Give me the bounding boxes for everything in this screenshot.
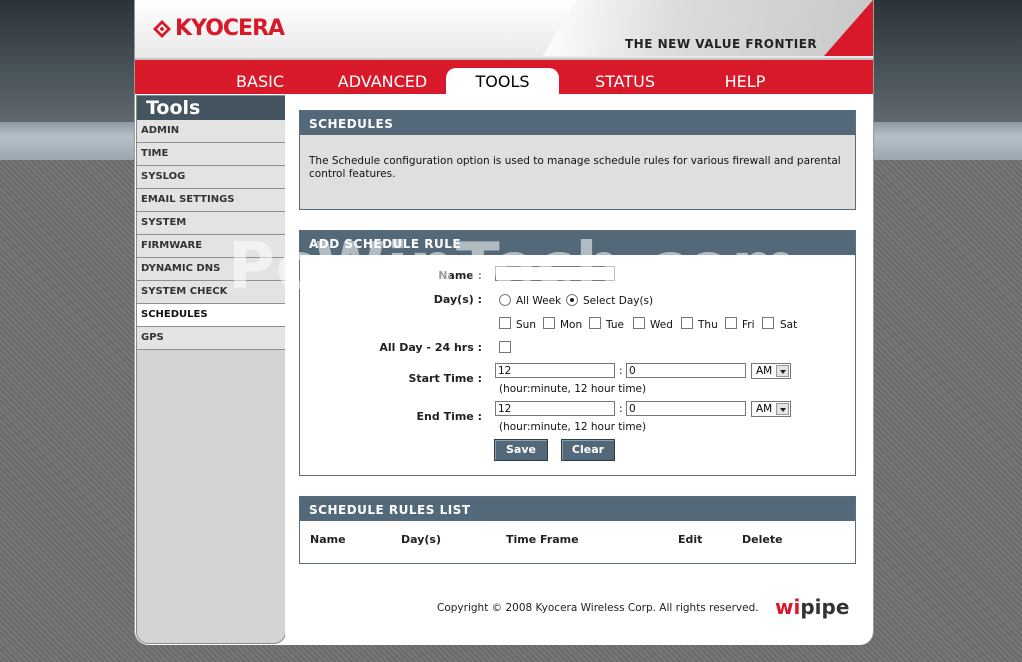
- all-day-checkbox[interactable]: [499, 341, 511, 353]
- all-week-label: All Week: [516, 295, 562, 307]
- save-button[interactable]: Save: [494, 439, 548, 461]
- sidebar-item-admin[interactable]: ADMIN: [137, 120, 285, 143]
- start-minute-input[interactable]: [626, 363, 746, 378]
- tab-tools[interactable]: TOOLS: [446, 68, 559, 94]
- start-ampm-value: AM: [756, 365, 773, 377]
- column-header-edit: Edit: [678, 533, 703, 546]
- column-header-name: Name: [310, 533, 346, 546]
- tab-basic[interactable]: BASIC: [215, 68, 305, 94]
- day-checkbox-fri[interactable]: [725, 317, 737, 329]
- sidebar-item-system[interactable]: SYSTEM: [137, 212, 285, 235]
- start-time-label: Start Time :: [408, 372, 482, 385]
- wipipe-logo-wi: wi: [775, 595, 801, 619]
- all-week-radio[interactable]: [499, 294, 511, 306]
- section-title-schedules: SCHEDULES: [300, 111, 855, 135]
- end-time-hint: (hour:minute, 12 hour time): [499, 421, 647, 433]
- tagline: THE NEW VALUE FRONTIER: [625, 37, 818, 51]
- schedule-rules-list-box: SCHEDULE RULES LIST Name Day(s) Time Fra…: [299, 496, 856, 564]
- tab-advanced[interactable]: ADVANCED: [325, 68, 440, 94]
- sidebar-item-firmware[interactable]: FIRMWARE: [137, 235, 285, 258]
- wipipe-logo-pipe: pipe: [800, 595, 850, 619]
- start-ampm-select[interactable]: AM: [751, 363, 791, 379]
- main-content: SCHEDULES The Schedule configuration opt…: [285, 95, 872, 645]
- end-time-label: End Time :: [416, 410, 482, 423]
- tab-status[interactable]: STATUS: [575, 68, 675, 94]
- column-header-time-frame: Time Frame: [506, 533, 579, 546]
- day-label-tue: Tue: [606, 319, 624, 331]
- start-time-colon: :: [619, 365, 623, 377]
- day-checkbox-tue[interactable]: [589, 317, 601, 329]
- day-label-sat: Sat: [780, 319, 798, 331]
- end-ampm-select[interactable]: AM: [751, 401, 791, 417]
- start-hour-input[interactable]: [495, 363, 615, 378]
- day-label-mon: Mon: [560, 319, 583, 331]
- sidebar-item-schedules[interactable]: SCHEDULES: [137, 304, 285, 327]
- name-input[interactable]: [495, 266, 615, 281]
- logo-text: KYOCERA: [175, 16, 285, 41]
- router-admin-page: KYOCERA THE NEW VALUE FRONTIER BASIC ADV…: [134, 0, 874, 645]
- section-title-rules-list: SCHEDULE RULES LIST: [300, 497, 855, 521]
- end-time-colon: :: [619, 403, 623, 415]
- chevron-down-icon[interactable]: [776, 365, 789, 377]
- end-hour-input[interactable]: [495, 401, 615, 416]
- day-checkbox-sun[interactable]: [499, 317, 511, 329]
- schedules-info-box: SCHEDULES The Schedule configuration opt…: [299, 110, 856, 210]
- section-title-add-rule: ADD SCHEDULE RULE: [300, 231, 855, 255]
- sidebar-item-gps[interactable]: GPS: [137, 327, 285, 350]
- start-time-hint: (hour:minute, 12 hour time): [499, 383, 647, 395]
- end-ampm-value: AM: [756, 403, 773, 415]
- kyocera-logo-icon: [153, 19, 171, 38]
- sidebar-item-system-check[interactable]: SYSTEM CHECK: [137, 281, 285, 304]
- chevron-down-icon[interactable]: [776, 403, 789, 415]
- column-header-days: Day(s): [401, 533, 441, 546]
- wipipe-logo: wipipe: [775, 595, 849, 619]
- all-day-label: All Day - 24 hrs :: [379, 341, 482, 354]
- copyright-text: Copyright © 2008 Kyocera Wireless Corp. …: [437, 602, 759, 614]
- select-days-label: Select Day(s): [583, 295, 654, 307]
- sidebar-item-dynamic-dns[interactable]: DYNAMIC DNS: [137, 258, 285, 281]
- sidebar: Tools ADMIN TIME SYSLOG EMAIL SETTINGS S…: [136, 95, 286, 644]
- schedules-description: The Schedule configuration option is use…: [309, 155, 841, 180]
- day-label-fri: Fri: [742, 319, 755, 331]
- day-label-thu: Thu: [698, 319, 718, 331]
- main-nav: BASIC ADVANCED TOOLS STATUS HELP: [135, 58, 873, 94]
- day-checkbox-mon[interactable]: [543, 317, 555, 329]
- select-days-radio[interactable]: [566, 294, 578, 306]
- kyocera-logo: KYOCERA: [153, 16, 285, 41]
- sidebar-item-time[interactable]: TIME: [137, 143, 285, 166]
- sidebar-title: Tools: [137, 96, 285, 120]
- day-checkbox-thu[interactable]: [681, 317, 693, 329]
- days-label: Day(s) :: [433, 293, 482, 306]
- tab-help[interactable]: HELP: [700, 68, 790, 94]
- day-checkbox-wed[interactable]: [633, 317, 645, 329]
- page-header: KYOCERA THE NEW VALUE FRONTIER: [135, 0, 873, 58]
- add-schedule-rule-box: ADD SCHEDULE RULE Name : Day(s) : All We…: [299, 230, 856, 476]
- name-label: Name :: [438, 269, 482, 282]
- day-label-wed: Wed: [650, 319, 673, 331]
- sidebar-item-email-settings[interactable]: EMAIL SETTINGS: [137, 189, 285, 212]
- sidebar-item-syslog[interactable]: SYSLOG: [137, 166, 285, 189]
- day-label-sun: Sun: [516, 319, 536, 331]
- clear-button[interactable]: Clear: [561, 439, 615, 461]
- column-header-delete: Delete: [742, 533, 783, 546]
- end-minute-input[interactable]: [626, 401, 746, 416]
- day-checkbox-sat[interactable]: [762, 317, 774, 329]
